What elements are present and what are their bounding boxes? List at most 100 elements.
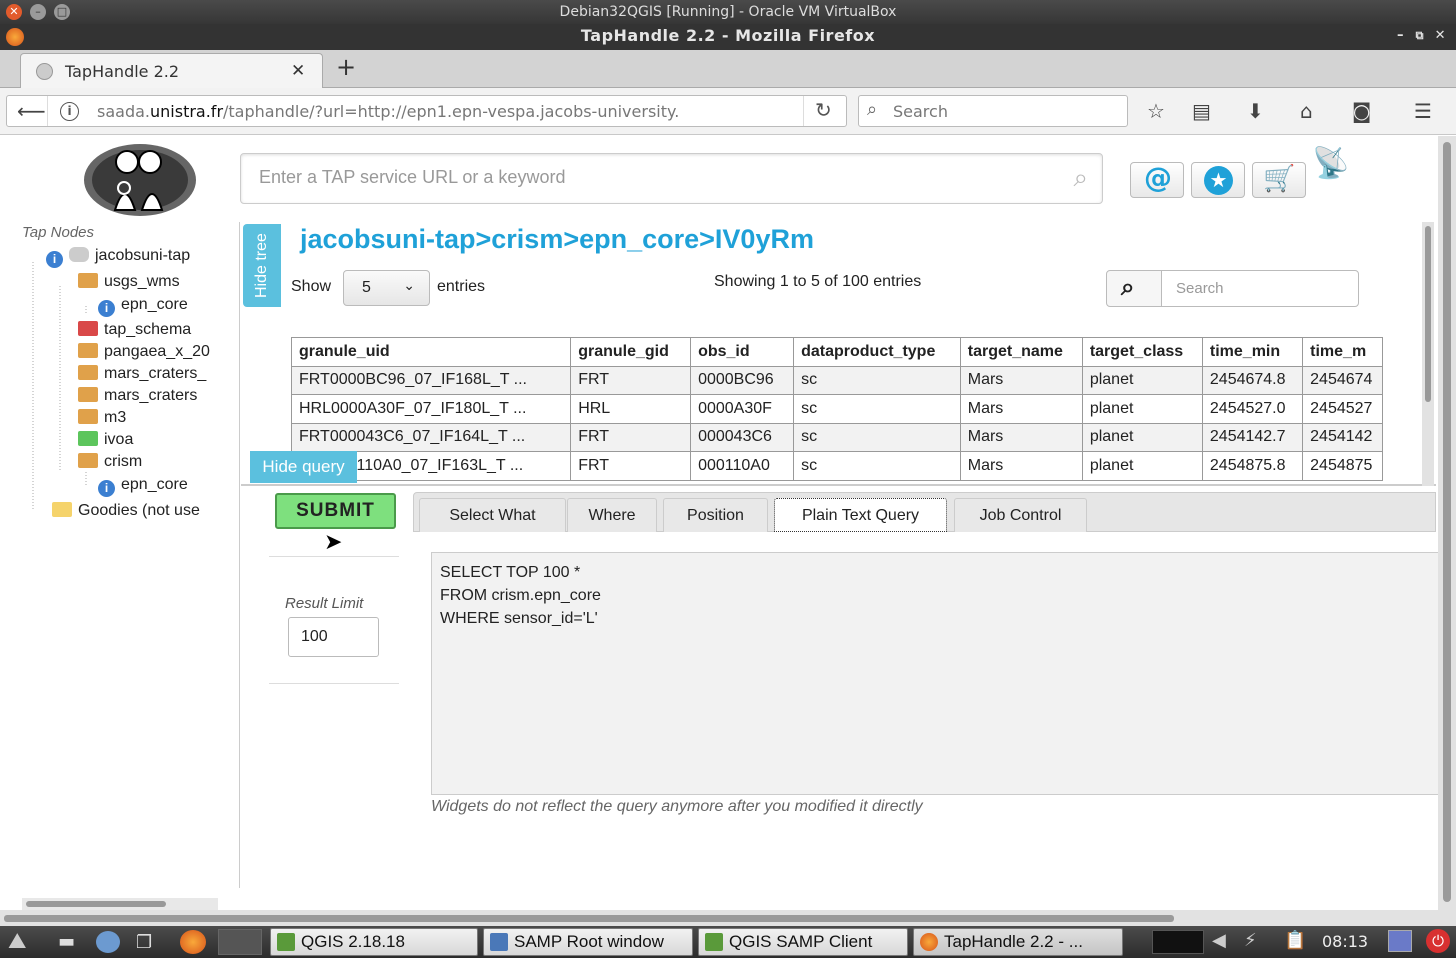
maximize-icon[interactable]: □ [54, 4, 70, 20]
hide-tree-button[interactable]: Hide tree [243, 224, 281, 307]
table-row[interactable]: FRT000043C6_07_IF164L_T ... FRT 000043C6 sc… [291, 422, 1383, 452]
close-icon[interactable]: ✕ [1435, 24, 1446, 48]
samp-connection-icon[interactable]: 📡 [1312, 146, 1349, 181]
divider [47, 96, 48, 126]
column-header[interactable]: target_class [1081, 337, 1203, 367]
workspace-icon[interactable] [218, 929, 262, 955]
search-icon: ⌕ [867, 99, 878, 120]
table-cell: FRT [570, 422, 692, 452]
email-button[interactable]: @ [1130, 161, 1184, 198]
page-title: jacobsuni-tap>crism>epn_core>IV0yRm [300, 224, 814, 254]
pocket-icon[interactable]: ◙ [1352, 99, 1371, 123]
screen-lock-icon[interactable] [1388, 930, 1412, 952]
clipboard-icon[interactable]: 📋 [1284, 930, 1306, 951]
page-hscroll-thumb[interactable] [4, 915, 1174, 922]
close-icon[interactable]: ✕ [6, 4, 22, 20]
table-cell: 000110A0 [690, 451, 795, 481]
tab-select-what[interactable]: Select What [419, 498, 566, 532]
page-vscroll-thumb[interactable] [1443, 142, 1451, 902]
table-row[interactable]: HRL0000A30F_07_IF180L_T ... HRL 0000A30F sc… [291, 394, 1383, 424]
browser-search-input[interactable]: ⌕ Search [858, 95, 1128, 127]
table-cell: 2454875.8 [1201, 451, 1304, 481]
table-search-input[interactable]: Search [1161, 270, 1359, 307]
windows-icon[interactable]: ❐ [136, 932, 152, 953]
taskbar-item-qgis[interactable]: QGIS 2.18.18 [270, 928, 478, 956]
tree-node-mars-craters-1[interactable]: mars_craters_ [78, 365, 218, 383]
column-header[interactable]: target_name [959, 337, 1083, 367]
tree-node-pangaea[interactable]: pangaea_x_20 [78, 343, 218, 361]
info-icon[interactable]: i [60, 102, 79, 121]
tab-position[interactable]: Position [663, 498, 768, 532]
tree-node-mars-craters-2[interactable]: mars_craters [78, 387, 218, 405]
tree-node-jacobsuni-tap[interactable]: i jacobsuni-tap [46, 247, 218, 268]
tab-job-control[interactable]: Job Control [954, 498, 1087, 532]
taskbar-item-taphandle[interactable]: TapHandle 2.2 - ... [913, 928, 1123, 956]
taskbar-item-qgis-samp[interactable]: QGIS SAMP Client [698, 928, 908, 956]
column-header[interactable]: time_m [1302, 337, 1383, 367]
tree-node-tap-schema[interactable]: tap_schema [78, 321, 218, 339]
download-icon[interactable]: ⬇ [1247, 99, 1264, 123]
url-bar[interactable]: ⟵ i saada.unistra.fr/taphandle/?url=http… [6, 95, 847, 127]
plug-icon[interactable]: ⚡ [1244, 930, 1257, 951]
page-hscroll-track[interactable] [0, 910, 1456, 926]
column-header[interactable]: obs_id [690, 337, 795, 367]
table-vscroll-thumb[interactable] [1425, 226, 1431, 402]
reload-icon[interactable]: ↻ [815, 98, 832, 122]
desktop-icon[interactable]: ▬ [58, 931, 75, 952]
browser-tab[interactable]: TapHandle 2.2 ✕ [20, 53, 323, 89]
tree-hscroll-track[interactable] [22, 898, 218, 910]
tree-hscroll-thumb[interactable] [26, 901, 166, 907]
minimize-icon[interactable]: – [30, 4, 46, 20]
query-textarea[interactable]: SELECT TOP 100 * FROM crism.epn_core WHE… [431, 552, 1441, 795]
hide-query-button[interactable]: Hide query [250, 451, 357, 483]
power-icon[interactable]: ⏻ [1426, 929, 1450, 953]
minimize-icon[interactable]: – [1397, 24, 1404, 48]
table-search-button[interactable]: ⌕ [1106, 270, 1162, 307]
tree-node-crism[interactable]: crism [78, 453, 218, 471]
column-header[interactable]: dataproduct_type [793, 337, 961, 367]
table-vscroll-track[interactable] [1422, 222, 1434, 486]
table-row[interactable]: FRT000110A0_07_IF163L_T ... FRT 000110A0 sc… [291, 451, 1383, 481]
search-icon[interactable]: ⌕ [1073, 162, 1088, 194]
tree-node-label: mars_craters_ [104, 365, 207, 382]
submit-button[interactable]: SUBMIT [275, 493, 396, 529]
table-row[interactable]: FRT0000BC96_07_IF168L_T ... FRT 0000BC96 sc… [291, 365, 1383, 395]
tab-close-icon[interactable]: ✕ [291, 61, 305, 81]
tree-node-label: pangaea_x_20 [104, 343, 210, 360]
bookmarks-button[interactable]: ★ [1191, 162, 1245, 198]
new-tab-icon[interactable]: + [336, 53, 356, 81]
page-vscroll-track[interactable] [1438, 136, 1456, 910]
network-icon[interactable] [96, 931, 120, 953]
tab-where[interactable]: Where [567, 498, 657, 532]
entries-select[interactable]: 5 ⌄ [343, 270, 430, 306]
column-header[interactable]: granule_uid [291, 337, 572, 367]
table-cell: 0000A30F [690, 394, 795, 424]
tree-node-crism-epn-core[interactable]: i epn_core [98, 476, 218, 497]
bookmark-star-icon[interactable]: ☆ [1147, 99, 1165, 123]
tab-plain-text-query[interactable]: Plain Text Query [774, 498, 947, 532]
column-header[interactable]: granule_gid [570, 337, 692, 367]
table-cell: sc [793, 422, 961, 452]
start-menu-icon[interactable]: ⛰ [8, 929, 26, 954]
tap-service-search-input[interactable]: Enter a TAP service URL or a keyword ⌕ [240, 153, 1103, 204]
cart-button[interactable]: 🛒 [1252, 162, 1306, 198]
column-header[interactable]: time_min [1201, 337, 1304, 367]
results-table-container: granule_uid granule_gid obs_id dataprodu… [291, 337, 1383, 485]
volume-icon[interactable]: ◀ [1212, 930, 1226, 951]
result-limit-input[interactable]: 100 [288, 617, 379, 657]
taskbar-item-samp-root[interactable]: SAMP Root window [483, 928, 693, 956]
tree-node-label: epn_core [121, 476, 188, 493]
restore-icon[interactable]: ⧉ [1416, 24, 1424, 48]
menu-icon[interactable]: ☰ [1414, 99, 1432, 123]
table-cell: sc [793, 365, 961, 395]
tree-node-epn-core[interactable]: i epn_core [98, 296, 218, 317]
tree-node-m3[interactable]: m3 [78, 409, 218, 427]
info-icon: i [46, 251, 63, 268]
tree-node-usgs-wms[interactable]: usgs_wms [78, 273, 218, 291]
back-icon[interactable]: ⟵ [17, 99, 46, 123]
home-icon[interactable]: ⌂ [1300, 99, 1313, 123]
tree-node-goodies[interactable]: Goodies (not use [52, 502, 218, 520]
firefox-launcher-icon[interactable] [180, 930, 206, 954]
tree-node-ivoa[interactable]: ivoa [78, 431, 218, 449]
reading-list-icon[interactable]: ▤ [1192, 99, 1211, 123]
